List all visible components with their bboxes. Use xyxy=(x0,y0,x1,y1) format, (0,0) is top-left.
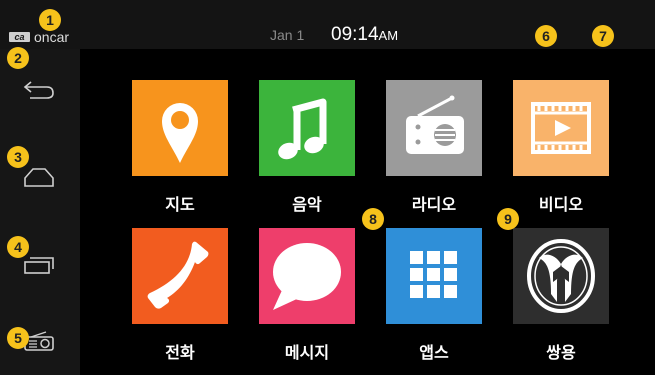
video-icon xyxy=(531,102,591,154)
chat-bubble-icon xyxy=(273,243,341,310)
app-tile-music[interactable]: 음악 xyxy=(259,80,355,214)
recent-apps-icon xyxy=(24,257,54,274)
ssangyong-app-icon-box xyxy=(513,228,609,324)
nav-sidebar xyxy=(0,49,80,375)
app-tile-phone[interactable]: 전화 xyxy=(132,228,228,362)
brand-mark: ca xyxy=(9,32,30,42)
clock: 09:14AM xyxy=(331,24,398,46)
app-label-apps: 앱스 xyxy=(419,343,449,362)
home-icon xyxy=(24,168,54,187)
ssangyong-logo-icon xyxy=(527,239,595,313)
app-tile-video[interactable]: 비디오 xyxy=(513,80,609,214)
map-pin-icon xyxy=(162,103,198,163)
app-label-radio: 라디오 xyxy=(411,195,457,214)
app-tile-radio[interactable]: 라디오 xyxy=(386,80,482,214)
callout-marker-9: 9 xyxy=(497,208,519,230)
callout-marker-2: 2 xyxy=(7,47,29,69)
radio-app-icon-box xyxy=(386,80,482,176)
app-tile-ssangyong[interactable]: 쌍용 xyxy=(513,228,609,362)
callout-marker-6: 6 xyxy=(535,25,557,47)
head-unit-screen: ca oncar Jan 1 09:14AM 지도 음악 라디오 비디오 전화 … xyxy=(0,0,655,375)
apps-app-icon-box xyxy=(386,228,482,324)
time-display: 09:14 xyxy=(331,24,379,45)
app-label-message: 메시지 xyxy=(284,343,330,362)
brand-name: oncar xyxy=(34,29,70,45)
app-tile-message[interactable]: 메시지 xyxy=(259,228,355,362)
phone-icon xyxy=(147,241,209,309)
app-label-music: 음악 xyxy=(292,195,322,214)
brand-logo: ca oncar xyxy=(9,28,69,46)
callout-marker-7: 7 xyxy=(592,25,614,47)
app-tile-map[interactable]: 지도 xyxy=(132,80,228,214)
app-tile-apps[interactable]: 앱스 xyxy=(386,228,482,362)
message-app-icon-box xyxy=(259,228,355,324)
status-bar: ca oncar Jan 1 09:14AM xyxy=(0,0,655,49)
ampm-display: AM xyxy=(378,28,399,43)
apps-grid-icon xyxy=(410,251,457,298)
callout-marker-1: 1 xyxy=(39,9,61,31)
music-app-icon-box xyxy=(259,80,355,176)
date-display: Jan 1 xyxy=(270,27,305,43)
back-arrow-icon xyxy=(23,81,54,99)
video-app-icon-box xyxy=(513,80,609,176)
app-label-phone: 전화 xyxy=(165,343,195,362)
radio-app-icon xyxy=(406,95,464,154)
music-note-icon xyxy=(278,98,327,160)
callout-marker-8: 8 xyxy=(362,208,384,230)
app-label-ssangyong: 쌍용 xyxy=(546,343,576,362)
phone-app-icon-box xyxy=(132,228,228,324)
back-button[interactable] xyxy=(12,70,66,110)
callout-marker-5: 5 xyxy=(7,327,29,349)
callout-marker-4: 4 xyxy=(7,236,29,258)
callout-marker-3: 3 xyxy=(7,146,29,168)
map-app-icon-box xyxy=(132,80,228,176)
app-label-map: 지도 xyxy=(165,195,195,214)
